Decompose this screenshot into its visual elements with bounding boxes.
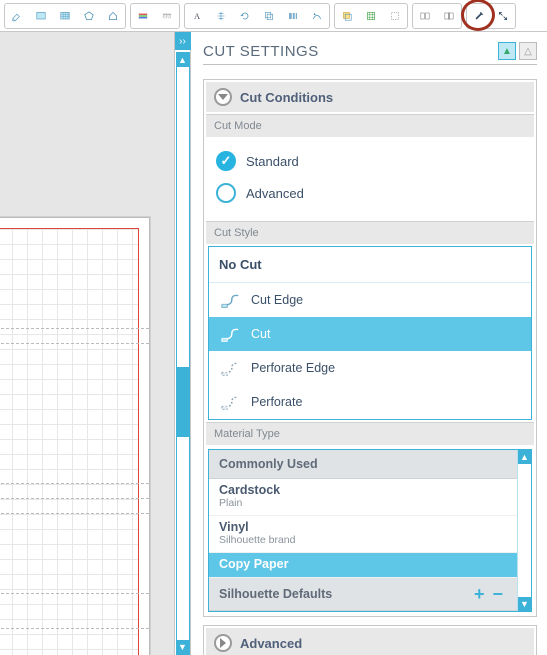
scroll-down-icon[interactable]: ▼ xyxy=(518,597,531,611)
material-scrollbar[interactable]: ▲ ▼ xyxy=(517,450,531,611)
style-label: Cut Edge xyxy=(251,293,303,307)
expand-icon[interactable] xyxy=(491,4,515,28)
scroll-down-icon[interactable]: ▼ xyxy=(177,640,189,654)
cut-mode-standard[interactable]: Standard xyxy=(212,145,528,177)
material-copy-paper[interactable]: Copy Paper xyxy=(209,553,517,578)
chevron-down-icon xyxy=(214,88,232,106)
align-center-icon[interactable] xyxy=(209,4,233,28)
style-label: Cut xyxy=(251,327,270,341)
barcode-icon[interactable] xyxy=(281,4,305,28)
cut-conditions-header[interactable]: Cut Conditions xyxy=(206,82,534,112)
page-icon[interactable] xyxy=(29,4,53,28)
sketch-icon[interactable] xyxy=(305,4,329,28)
scroll-up-icon[interactable]: ▲ xyxy=(177,53,189,67)
material-add-button[interactable]: + xyxy=(474,587,485,601)
material-type-subheader: Material Type xyxy=(206,422,534,445)
cut-style-subheader: Cut Style xyxy=(206,221,534,244)
flip-h-icon[interactable] xyxy=(413,4,437,28)
panel-warning-icon[interactable]: △ xyxy=(519,42,537,60)
collapse-handle[interactable]: ›› xyxy=(175,32,191,50)
cut-conditions-label: Cut Conditions xyxy=(240,90,333,105)
flip-v-icon[interactable] xyxy=(437,4,461,28)
cut-style-cut-edge[interactable]: Cut Edge xyxy=(209,283,531,317)
panel-collapse-up-icon[interactable]: ▲ xyxy=(498,42,516,60)
cut-icon xyxy=(219,324,241,344)
radio-checked-icon xyxy=(216,151,236,171)
scroll-up-icon[interactable]: ▲ xyxy=(518,450,531,464)
style-label: Perforate Edge xyxy=(251,361,335,375)
crop-icon[interactable] xyxy=(257,4,281,28)
chevron-right-icon xyxy=(214,634,232,652)
advanced-section: Advanced xyxy=(203,625,537,655)
cut-style-cut[interactable]: Cut xyxy=(209,317,531,351)
cutting-mat xyxy=(0,217,150,655)
material-type-list: Commonly Used Cardstock Plain Vinyl Silh… xyxy=(209,450,517,611)
rotate-icon[interactable] xyxy=(233,4,257,28)
radio-label: Advanced xyxy=(246,186,304,201)
dashes-icon[interactable] xyxy=(155,4,179,28)
material-vinyl[interactable]: Vinyl Silhouette brand xyxy=(209,516,517,553)
pixel-grid-icon[interactable] xyxy=(359,4,383,28)
canvas-scrollbar[interactable]: ▲ ▼ xyxy=(176,52,190,655)
grid-page-icon[interactable] xyxy=(53,4,77,28)
bounding-icon[interactable] xyxy=(383,4,407,28)
panel-title: CUT SETTINGS xyxy=(203,43,495,60)
cut-edge-icon xyxy=(219,290,241,310)
cut-conditions-section: Cut Conditions Cut Mode Standard Advance… xyxy=(203,79,537,617)
line-style-icon[interactable] xyxy=(131,4,155,28)
layer-icon[interactable] xyxy=(335,4,359,28)
cut-mode-subheader: Cut Mode xyxy=(206,114,534,137)
panel-splitter[interactable]: ›› ▲ ▼ xyxy=(175,32,191,655)
cut-style-nocut[interactable]: No Cut xyxy=(209,247,531,283)
svg-text:A: A xyxy=(194,12,200,21)
text-icon[interactable]: A xyxy=(185,4,209,28)
radio-label: Standard xyxy=(246,154,299,169)
top-toolbar: A xyxy=(0,0,547,32)
home-icon[interactable] xyxy=(101,4,125,28)
style-label: Perforate xyxy=(251,395,302,409)
cut-style-perforate[interactable]: Perforate xyxy=(209,385,531,419)
cut-mode-advanced[interactable]: Advanced xyxy=(212,177,528,209)
material-remove-button[interactable]: − xyxy=(492,587,503,601)
polygon-icon[interactable] xyxy=(77,4,101,28)
material-group-commonly-used[interactable]: Commonly Used xyxy=(209,450,517,479)
perforate-edge-icon xyxy=(219,358,241,378)
perforate-icon xyxy=(219,392,241,412)
eraser-icon[interactable] xyxy=(5,4,29,28)
advanced-label: Advanced xyxy=(240,636,302,651)
material-cardstock[interactable]: Cardstock Plain xyxy=(209,479,517,516)
cut-style-perforate-edge[interactable]: Perforate Edge xyxy=(209,351,531,385)
material-group-silhouette-defaults[interactable]: Silhouette Defaults + − xyxy=(209,578,517,611)
cut-style-list: No Cut Cut Edge Cut xyxy=(208,246,532,420)
blade-icon[interactable] xyxy=(467,4,491,28)
advanced-header[interactable]: Advanced xyxy=(206,628,534,655)
design-canvas[interactable] xyxy=(0,32,175,655)
cut-settings-panel: CUT SETTINGS ▲ △ Cut Conditions Cut Mode… xyxy=(191,32,547,655)
radio-unchecked-icon xyxy=(216,183,236,203)
